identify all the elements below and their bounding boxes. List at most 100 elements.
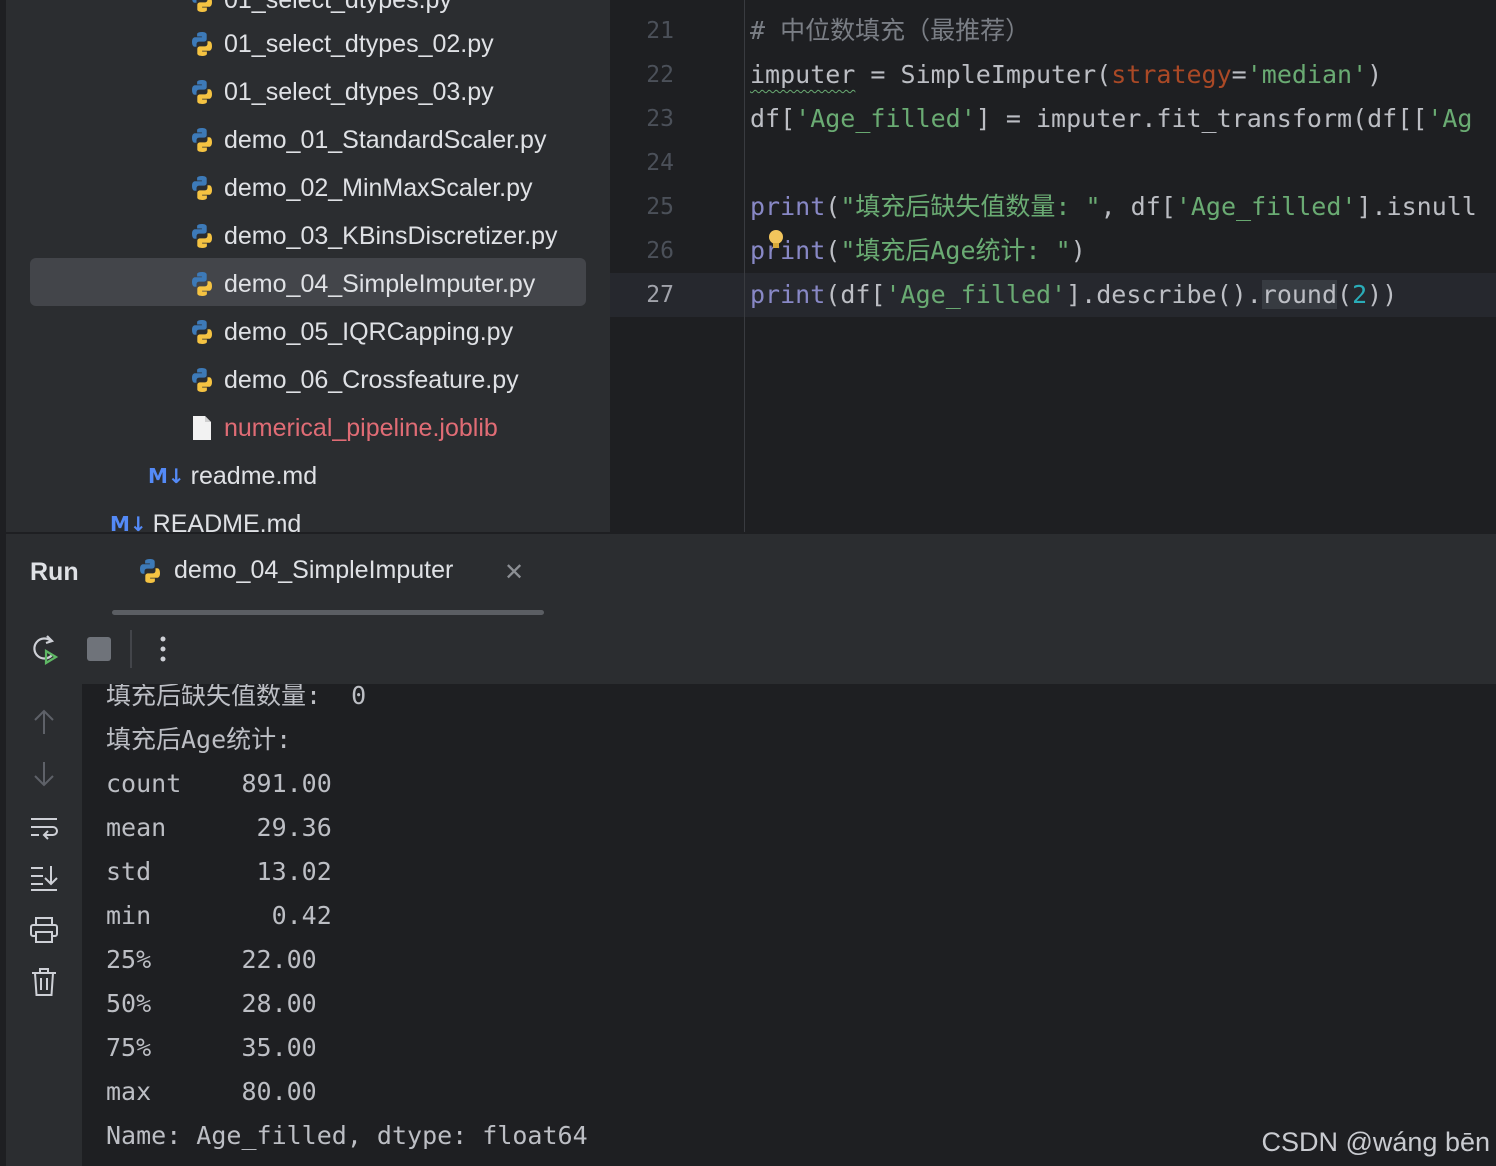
printer-icon xyxy=(30,917,58,943)
print-button[interactable] xyxy=(26,912,62,948)
code-token: 2 xyxy=(1352,280,1368,309)
python-icon xyxy=(192,32,212,56)
code-token: ].isnull xyxy=(1356,192,1477,221)
python-icon xyxy=(192,176,212,200)
ide-window: 01_select_dtypes.py 01_select_dtypes_02.… xyxy=(0,0,1496,1166)
console-line: 25% 22.00 xyxy=(106,945,317,974)
python-icon xyxy=(192,80,212,104)
code-token: round xyxy=(1261,280,1338,309)
line-number: 26 xyxy=(646,238,674,264)
run-tab[interactable]: demo_04_SimpleImputer xyxy=(136,556,453,585)
trash-icon xyxy=(32,968,56,996)
code-token: print xyxy=(750,192,826,221)
tree-item-label: demo_02_MinMaxScaler.py xyxy=(224,173,533,202)
python-icon xyxy=(192,272,212,296)
run-tool-window-header: Run demo_04_SimpleImputer ✕ xyxy=(6,532,1496,618)
scroll-to-end-icon xyxy=(31,866,58,891)
tree-item-demo-01[interactable]: demo_01_StandardScaler.py xyxy=(188,116,546,164)
file-icon xyxy=(193,416,211,440)
code-line-23: df['Age_filled'] = imputer.fit_transform… xyxy=(750,97,1472,141)
soft-wrap-button[interactable] xyxy=(26,810,62,846)
tree-item-01-select-dtypes-03[interactable]: 01_select_dtypes_03.py xyxy=(188,68,494,116)
clear-console-button[interactable] xyxy=(26,964,62,1000)
python-icon xyxy=(140,558,160,583)
code-line-22: imputer = SimpleImputer(strategy='median… xyxy=(750,53,1382,97)
code-token: ) xyxy=(1070,236,1086,265)
watermark: CSDN @wáng bēn xyxy=(1261,1127,1490,1157)
close-icon[interactable]: ✕ xyxy=(504,558,524,586)
tree-item-demo-02[interactable]: demo_02_MinMaxScaler.py xyxy=(188,164,533,212)
code-token: strategy xyxy=(1111,60,1232,89)
code-token: ( xyxy=(1337,280,1353,309)
code-token: "填充后缺失值数量: " xyxy=(840,192,1101,221)
code-token: = SimpleImputer( xyxy=(855,60,1112,89)
line-number: 23 xyxy=(646,106,674,132)
code-token: ( xyxy=(825,236,841,265)
console-line: 填充后缺失值数量: 0 xyxy=(106,684,367,710)
code-token: (df[ xyxy=(825,280,886,309)
run-toolbar xyxy=(6,616,1496,684)
active-tab-indicator xyxy=(112,610,544,615)
code-token: = xyxy=(1231,60,1247,89)
soft-wrap-icon xyxy=(31,818,58,840)
tree-item-demo-05[interactable]: demo_05_IQRCapping.py xyxy=(188,308,513,356)
tree-item-demo-06[interactable]: demo_06_Crossfeature.py xyxy=(188,356,519,404)
arrow-down-icon xyxy=(34,762,54,787)
python-icon xyxy=(192,368,212,392)
console-line: min 0.42 xyxy=(106,901,332,930)
tree-item-label: 01_select_dtypes.py xyxy=(224,0,452,15)
scroll-down-button[interactable] xyxy=(26,756,62,792)
code-token: 'Age_filled' xyxy=(885,280,1067,309)
console-line: 填充后Age统计: xyxy=(106,725,292,754)
console-line: mean 29.36 xyxy=(106,813,332,842)
window-edge xyxy=(0,0,6,1166)
console-line: 50% 28.00 xyxy=(106,989,317,1018)
tree-item-demo-03[interactable]: demo_03_KBinsDiscretizer.py xyxy=(188,212,558,260)
python-icon xyxy=(192,128,212,152)
code-token: imputer xyxy=(750,60,856,89)
tree-item-label: demo_06_Crossfeature.py xyxy=(224,365,519,394)
code-editor[interactable]: 21 22 23 24 25 26 27 # 中位数填充（最推荐） impute… xyxy=(610,0,1496,532)
python-icon xyxy=(192,320,212,344)
run-panel-title: Run xyxy=(30,558,79,586)
tree-item-joblib[interactable]: numerical_pipeline.joblib xyxy=(188,404,498,452)
rerun-icon xyxy=(33,635,59,665)
scroll-to-end-button[interactable] xyxy=(26,860,62,896)
tree-item-label: readme.md xyxy=(190,461,318,490)
tree-item-readme-upper[interactable]: M↓ README.md xyxy=(110,500,302,533)
more-options-button[interactable] xyxy=(146,632,180,666)
tree-item-label: demo_05_IQRCapping.py xyxy=(224,317,514,346)
tree-item-demo-04-selected[interactable]: demo_04_SimpleImputer.py xyxy=(188,260,535,308)
tree-item-label: demo_04_SimpleImputer.py xyxy=(224,269,536,298)
scroll-up-button[interactable] xyxy=(26,704,62,740)
python-icon xyxy=(192,224,212,248)
stop-button[interactable] xyxy=(82,632,116,666)
code-token: 'Age_filled' xyxy=(1175,192,1357,221)
markdown-icon: M↓ xyxy=(110,512,147,532)
tree-item-01-select-dtypes-02[interactable]: 01_select_dtypes_02.py xyxy=(188,20,494,68)
console-output[interactable]: 填充后缺失值数量: 0 填充后Age统计: count 891.00 mean … xyxy=(82,684,1496,1166)
python-icon xyxy=(192,0,212,12)
code-token: ) xyxy=(1367,60,1383,89)
console-line: max 80.00 xyxy=(106,1077,317,1106)
run-tab-label: demo_04_SimpleImputer xyxy=(174,556,454,584)
rerun-button[interactable] xyxy=(28,632,62,666)
lightbulb-icon[interactable] xyxy=(768,230,784,250)
code-line-26: print("填充后Age统计: ") xyxy=(750,229,1086,273)
markdown-icon: M↓ xyxy=(148,464,185,488)
line-number: 22 xyxy=(646,62,674,88)
project-tree: 01_select_dtypes.py 01_select_dtypes_02.… xyxy=(0,0,610,532)
code-token: 'Ag xyxy=(1427,104,1473,133)
tree-item-label: 01_select_dtypes_02.py xyxy=(224,29,494,58)
code-token: df[ xyxy=(750,104,796,133)
line-number-active: 27 xyxy=(646,282,674,308)
console-line: Name: Age_filled, dtype: float64 xyxy=(106,1121,588,1150)
code-token: )) xyxy=(1367,280,1398,309)
tree-item-label: demo_03_KBinsDiscretizer.py xyxy=(224,221,558,250)
tree-item-label: 01_select_dtypes_03.py xyxy=(224,77,494,106)
tree-item-label: README.md xyxy=(152,509,302,533)
code-line-27: print(df['Age_filled'].describe().round(… xyxy=(750,273,1397,317)
tree-item-readme-lower[interactable]: M↓ readme.md xyxy=(148,452,317,500)
toolbar-separator xyxy=(130,630,132,668)
console-line: 75% 35.00 xyxy=(106,1033,317,1062)
